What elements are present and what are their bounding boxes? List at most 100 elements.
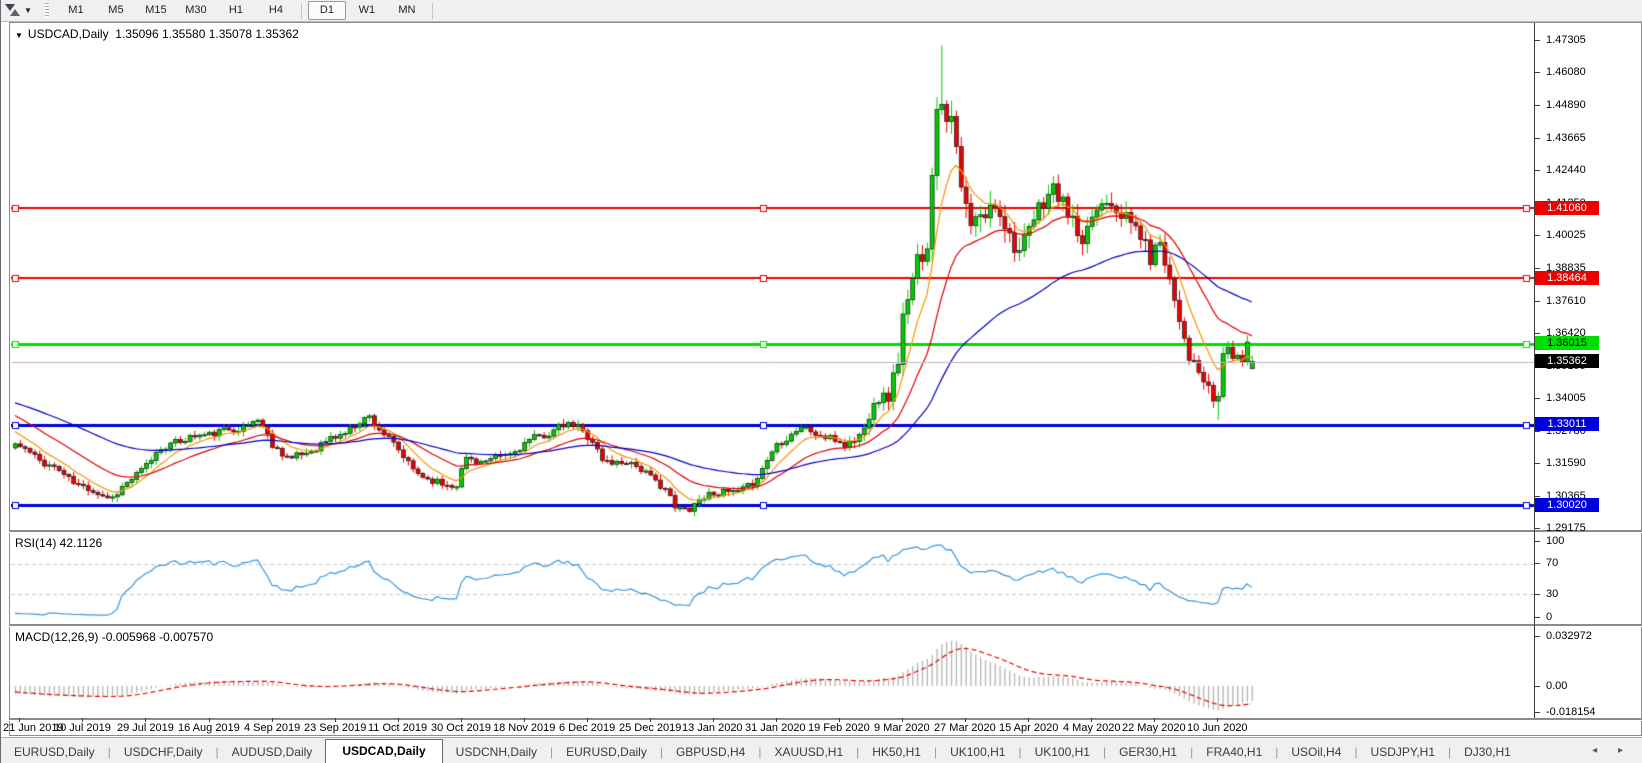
price-axis-tick: 1.37610 xyxy=(1546,295,1586,307)
tab-gbpusd-h4[interactable]: GBPUSD,H4 xyxy=(663,741,758,763)
tab-hk50-h1[interactable]: HK50,H1 xyxy=(859,741,934,763)
periods-icon[interactable] xyxy=(4,3,21,18)
axis-tick-mark xyxy=(1534,72,1540,73)
tab-uk100-h1[interactable]: UK100,H1 xyxy=(937,741,1018,763)
tab-usoil-h4[interactable]: USOil,H4 xyxy=(1278,741,1354,763)
macd-axis-tick: -0.018154 xyxy=(1546,706,1596,718)
timeframe-button-m1[interactable]: M1 xyxy=(57,1,95,20)
date-axis-label: 13 Jan 2020 xyxy=(682,722,743,734)
timeframe-button-w1[interactable]: W1 xyxy=(348,1,386,20)
macd-label: MACD(12,26,9) -0.005968 -0.007570 xyxy=(15,630,214,644)
date-axis-label: 10 Jul 2019 xyxy=(54,722,111,734)
rsi-axis-tick: 70 xyxy=(1546,557,1559,569)
tab-usdcnh-daily[interactable]: USDCNH,Daily xyxy=(443,741,550,763)
mt4-window: ▼ M1 M5 M15 M30 H1 H4 D1 W1 MN ▼ USDCAD,Daily 1.3… xyxy=(0,0,1642,763)
date-axis-label: 25 Dec 2019 xyxy=(619,722,682,734)
date-axis-label: 30 Oct 2019 xyxy=(431,722,491,734)
price-chart-canvas[interactable] xyxy=(11,24,1534,530)
tab-fra40-h1[interactable]: FRA40,H1 xyxy=(1193,741,1275,763)
timeframe-button-d1[interactable]: D1 xyxy=(307,1,346,20)
level-price-label: 1.36015 xyxy=(1535,336,1599,350)
rsi-axis-tick: 100 xyxy=(1546,535,1565,547)
tab-usdjpy-h1[interactable]: USDJPY,H1 xyxy=(1358,741,1448,763)
date-axis-label: 4 Sep 2019 xyxy=(244,722,301,734)
axis-tick-mark xyxy=(1534,541,1540,542)
timeframe-button-m30[interactable]: M30 xyxy=(177,1,215,20)
price-axis-tick: 1.42440 xyxy=(1546,164,1586,176)
axis-tick-mark xyxy=(1534,170,1540,171)
price-axis-tick: 1.29175 xyxy=(1546,522,1586,534)
rsi-axis-tick: 30 xyxy=(1546,588,1559,600)
date-axis-label: 9 Mar 2020 xyxy=(874,722,930,734)
panel-separator xyxy=(9,718,1642,721)
tab-xauusd-h1[interactable]: XAUUSD,H1 xyxy=(761,741,856,763)
axis-tick-mark xyxy=(1534,431,1540,432)
toolbar-separator xyxy=(431,2,433,19)
price-axis-tick: 1.47305 xyxy=(1546,34,1586,46)
tab-audusd-daily[interactable]: AUDUSD,Daily xyxy=(219,741,326,763)
date-axis-label: 22 May 2020 xyxy=(1122,722,1186,734)
axis-tick-mark xyxy=(1534,496,1540,497)
tab-dj30-h1[interactable]: DJ30,H1 xyxy=(1451,741,1524,763)
window-menu-icon[interactable]: ▼ xyxy=(15,31,23,40)
panel-separator[interactable] xyxy=(9,530,1642,533)
tab-uk100-h1[interactable]: UK100,H1 xyxy=(1022,741,1103,763)
axis-tick-mark xyxy=(1534,235,1540,236)
price-axis-tick: 1.46080 xyxy=(1546,66,1586,78)
ohlc-values: 1.35096 1.35580 1.35078 1.35362 xyxy=(115,27,299,41)
date-axis-label: 6 Dec 2019 xyxy=(559,722,616,734)
price-axis-tick: 1.44890 xyxy=(1546,99,1586,111)
axis-tick-mark xyxy=(1534,686,1540,687)
tab-eurusd-daily[interactable]: EURUSD,Daily xyxy=(1,741,108,763)
current-price-label: 1.35362 xyxy=(1535,354,1599,368)
axis-tick-mark xyxy=(1534,528,1540,529)
axis-tick-mark xyxy=(1534,636,1540,637)
axis-tick-mark xyxy=(1534,463,1540,464)
tab-usdcad-daily[interactable]: USDCAD,Daily xyxy=(325,739,443,763)
date-axis-label: 4 May 2020 xyxy=(1063,722,1121,734)
tab-scroll-arrows[interactable]: ◂ ▸ xyxy=(1592,745,1632,756)
chart-tab-bar: EURUSD,Daily | USDCHF,Daily | AUDUSD,Daily US… xyxy=(1,737,1642,763)
axis-tick-mark xyxy=(1534,617,1540,618)
timeframe-button-m5[interactable]: M5 xyxy=(97,1,135,20)
date-axis-label: 19 Feb 2020 xyxy=(808,722,870,734)
timeframe-button-h4[interactable]: H4 xyxy=(257,1,295,20)
rsi-chart-canvas[interactable] xyxy=(11,533,1534,624)
symbol-label: USDCAD,Daily xyxy=(27,27,109,41)
axis-tick-mark xyxy=(1534,398,1540,399)
toolbar-grip[interactable] xyxy=(44,3,49,18)
timeframe-toolbar: ▼ M1 M5 M15 M30 H1 H4 D1 W1 MN xyxy=(1,0,1642,22)
axis-tick-mark xyxy=(1534,712,1540,713)
date-axis-label: 31 Jan 2020 xyxy=(745,722,806,734)
timeframe-button-h1[interactable]: H1 xyxy=(217,1,255,20)
macd-axis-tick: 0.00 xyxy=(1546,680,1568,692)
axis-tick-mark xyxy=(1534,40,1540,41)
date-axis-label: 27 Mar 2020 xyxy=(934,722,996,734)
level-price-label: 1.30020 xyxy=(1535,498,1599,512)
axis-tick-mark xyxy=(1534,268,1540,269)
timeframe-button-mn[interactable]: MN xyxy=(388,1,426,20)
date-axis-label: 23 Sep 2019 xyxy=(304,722,367,734)
axis-tick-mark xyxy=(1534,138,1540,139)
level-price-label: 1.33011 xyxy=(1535,417,1599,431)
panel-separator[interactable] xyxy=(9,624,1642,627)
date-axis-label: 16 Aug 2019 xyxy=(178,722,240,734)
tab-eurusd-daily[interactable]: EURUSD,Daily xyxy=(553,741,660,763)
date-axis-label: 15 Apr 2020 xyxy=(999,722,1059,734)
price-axis-tick: 1.34005 xyxy=(1546,392,1586,404)
chevron-down-icon[interactable]: ▼ xyxy=(24,6,32,15)
macd-chart-canvas[interactable] xyxy=(11,626,1534,718)
date-axis-label: 29 Jul 2019 xyxy=(117,722,174,734)
level-price-label: 1.38464 xyxy=(1535,271,1599,285)
chart-title: ▼ USDCAD,Daily 1.35096 1.35580 1.35078 1.… xyxy=(15,27,299,41)
price-axis-tick: 1.43665 xyxy=(1546,132,1586,144)
price-axis-border xyxy=(1534,23,1535,718)
axis-tick-mark xyxy=(1534,333,1540,334)
tab-ger30-h1[interactable]: GER30,H1 xyxy=(1106,741,1190,763)
tab-usdchf-daily[interactable]: USDCHF,Daily xyxy=(111,741,216,763)
level-price-label: 1.41060 xyxy=(1535,201,1599,215)
date-axis-label: 11 Oct 2019 xyxy=(368,722,428,734)
axis-tick-mark xyxy=(1534,594,1540,595)
timeframe-button-m15[interactable]: M15 xyxy=(137,1,175,20)
date-axis-label: 18 Nov 2019 xyxy=(493,722,556,734)
